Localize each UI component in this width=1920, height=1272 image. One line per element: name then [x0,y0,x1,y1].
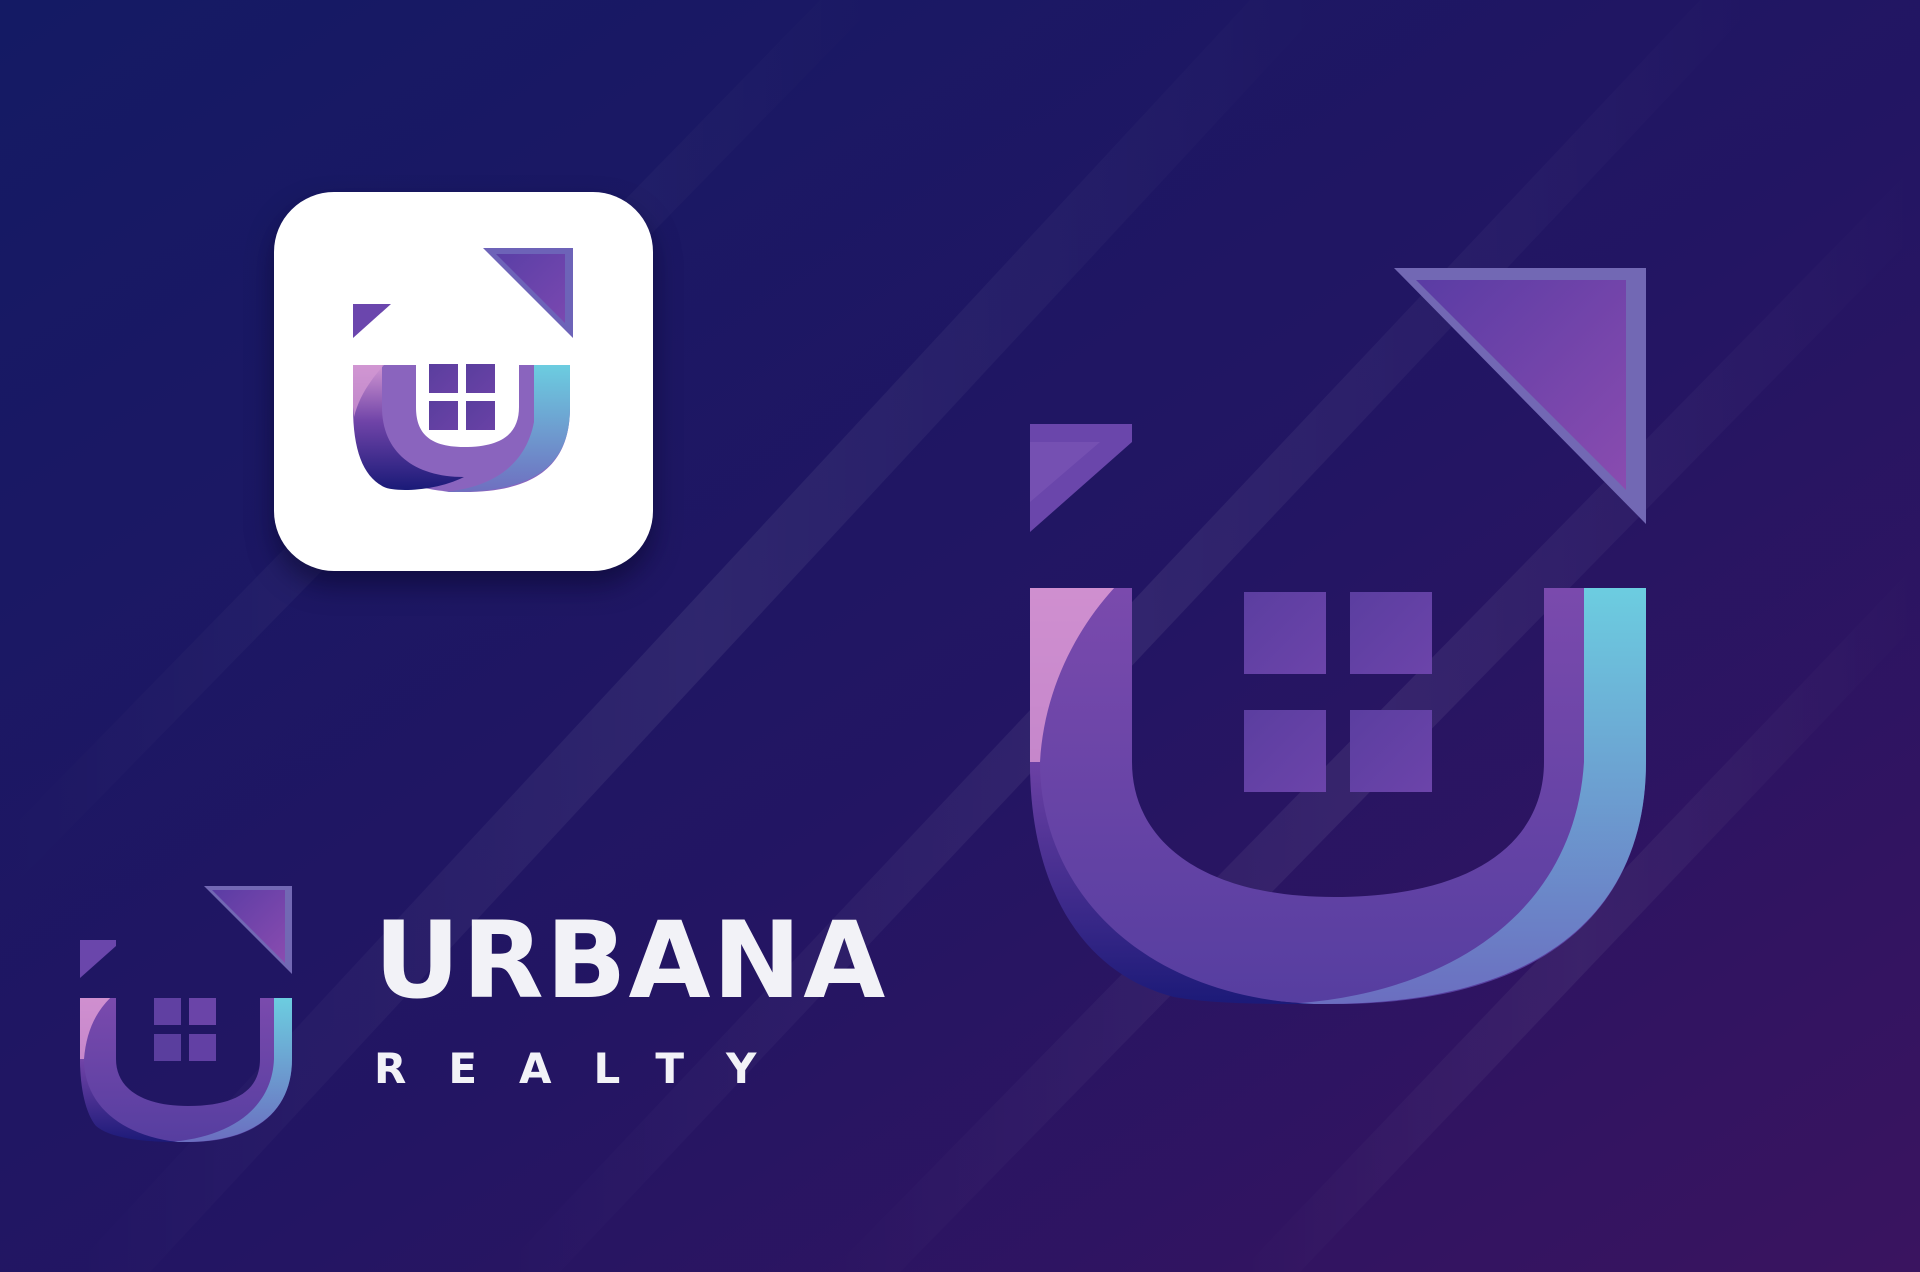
brand-tagline: REALTY [374,1044,799,1093]
house-u-logo-small-icon [80,886,292,1142]
house-u-logo-large-icon [1030,268,1646,1004]
brand-name: URBANA [374,899,888,1022]
wordmark: URBANA REALTY [374,908,894,1090]
house-u-logo-icon [353,248,573,492]
app-icon [274,192,653,571]
